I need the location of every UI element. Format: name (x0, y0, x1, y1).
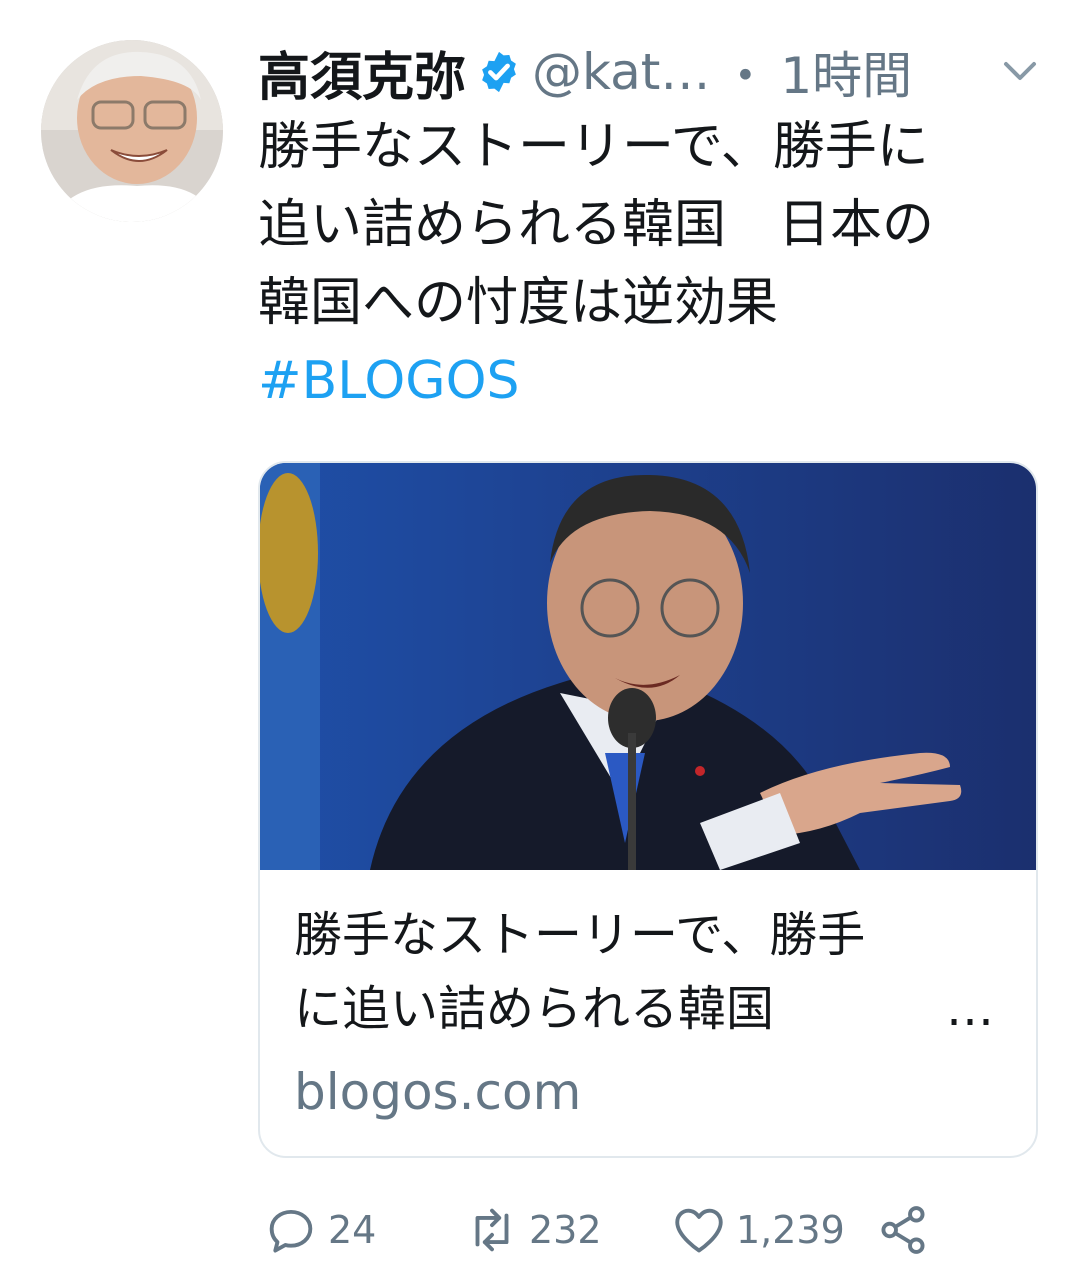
card-title-ellipsis: … (946, 981, 994, 1037)
avatar[interactable] (41, 40, 223, 222)
action-bar: 24 232 1,239 (258, 1195, 1038, 1265)
author-name[interactable]: 高須克弥 (258, 35, 466, 110)
heart-icon (675, 1208, 723, 1253)
tweet-timestamp[interactable]: 1時間 (780, 36, 912, 108)
card-title-text: に追い詰められる韓国 (294, 981, 823, 1037)
reply-icon (269, 1209, 313, 1253)
card-title-line: 勝手なストーリーで、勝手 (294, 907, 866, 963)
avatar-image (41, 40, 223, 222)
card-domain: blogos.com (294, 1063, 582, 1121)
tweet-text-line: 追い詰められる韓国 日本の (258, 195, 935, 255)
link-card[interactable]: 勝手なストーリーで、勝手 に追い詰められる韓国 … blogos.com (258, 461, 1038, 1158)
tweet-text: 勝手なストーリーで、勝手に 追い詰められる韓国 日本の 韓国への忖度は逆効果 #… (258, 108, 1048, 420)
tweet-text-line: 韓国への忖度は逆効果 (258, 273, 779, 333)
tweet-header: 高須克弥 @kat… ・ 1時間 (258, 32, 1048, 112)
separator-dot: ・ (720, 47, 771, 105)
tweet-text-line: 勝手なストーリーで、勝手に (258, 117, 929, 177)
share-icon (881, 1206, 925, 1254)
hashtag-link[interactable]: #BLOGOS (258, 342, 1048, 420)
card-title: 勝手なストーリーで、勝手 に追い詰められる韓国 … (294, 898, 994, 1046)
retweet-count: 232 (529, 1208, 602, 1252)
retweet-button[interactable]: 232 (463, 1195, 602, 1265)
chevron-down-icon[interactable] (1000, 56, 1040, 86)
like-button[interactable]: 1,239 (670, 1195, 845, 1265)
reply-count: 24 (328, 1208, 377, 1252)
reply-button[interactable]: 24 (262, 1195, 376, 1265)
author-handle[interactable]: @kat… (532, 43, 710, 101)
card-image (260, 463, 1036, 870)
retweet-icon (475, 1208, 509, 1252)
card-title-line: に追い詰められる韓国 … (294, 972, 994, 1046)
verified-badge-icon (482, 51, 516, 93)
like-count: 1,239 (736, 1208, 845, 1252)
share-button[interactable] (874, 1195, 932, 1265)
